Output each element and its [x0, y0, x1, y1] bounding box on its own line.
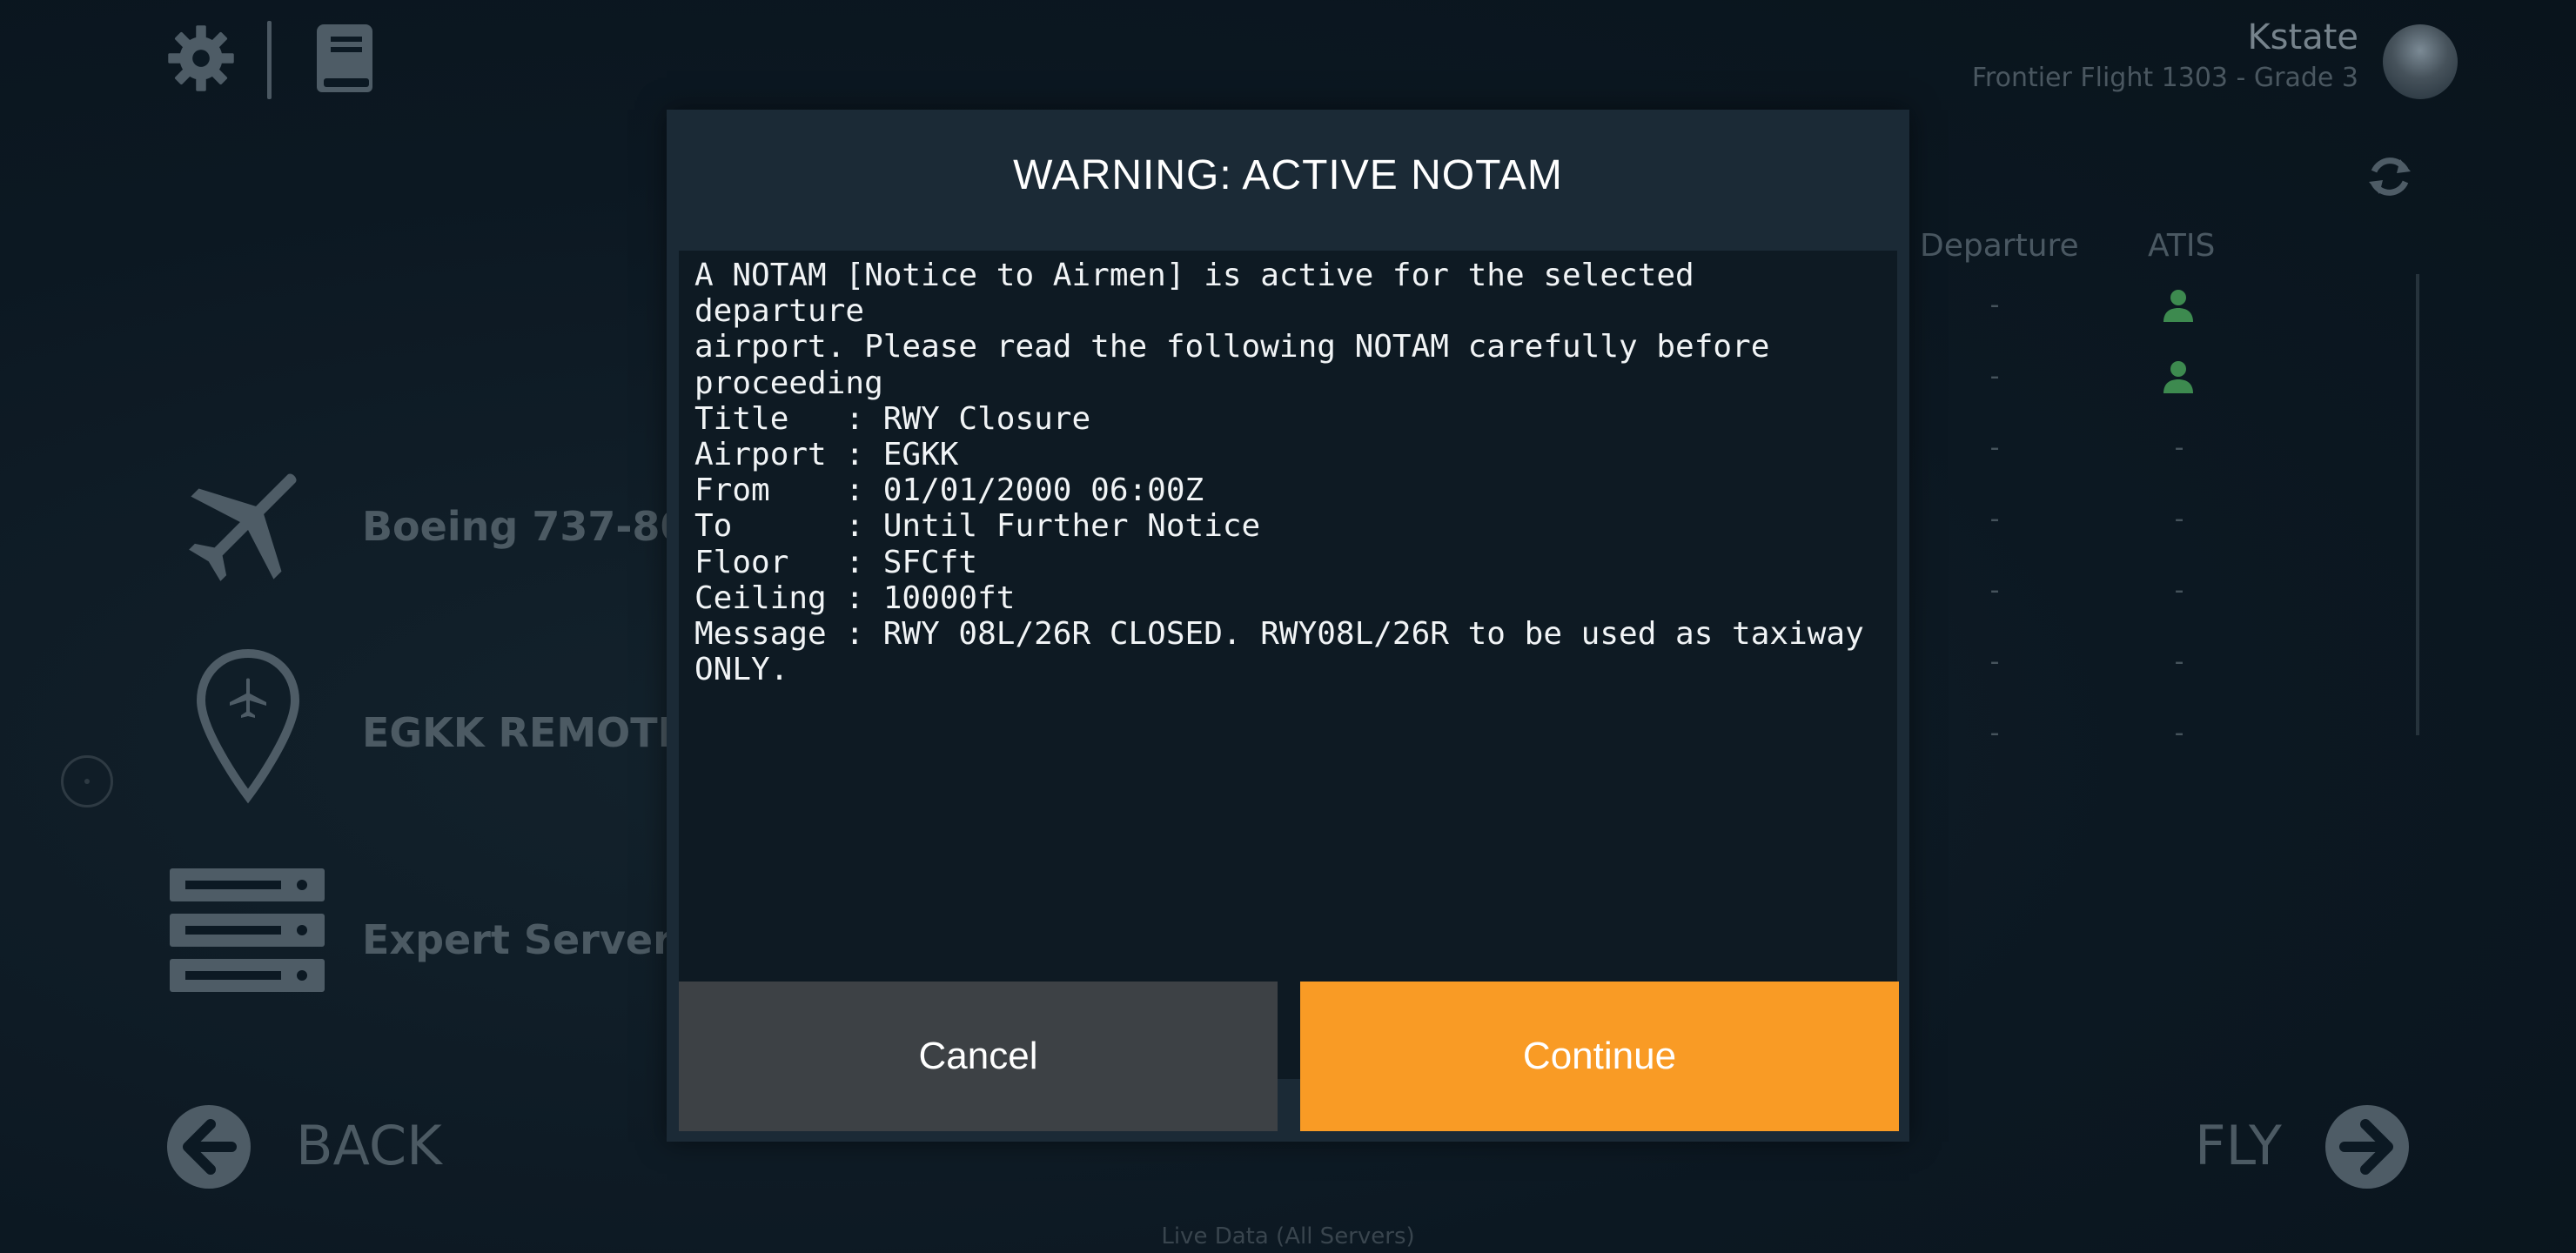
cancel-button[interactable]: Cancel	[679, 982, 1278, 1131]
live-data-status: Live Data (All Servers)	[1161, 1223, 1415, 1250]
departure-cell: -	[1989, 647, 2000, 677]
dialog-title: WARNING: ACTIVE NOTAM	[1013, 152, 1563, 198]
atis-cell: -	[2174, 575, 2184, 606]
notam-text-line: Title : RWY Closure	[694, 400, 1091, 437]
notam-text-line: Message : RWY 08L/26R CLOSED. RWY08L/26R…	[694, 616, 1864, 653]
column-header-atis: ATIS	[2148, 228, 2216, 264]
departure-cell: -	[1989, 361, 2000, 392]
notam-text-line: ONLY.	[694, 652, 789, 688]
atis-cell: -	[2174, 504, 2184, 534]
map-marker-icon	[61, 755, 113, 807]
atis-cell: -	[2174, 647, 2184, 677]
aircraft-label[interactable]: Boeing 737-800	[362, 503, 715, 550]
back-arrow-icon[interactable]	[165, 1103, 252, 1190]
server-label[interactable]: Expert Server	[362, 916, 673, 963]
airplane-icon	[189, 473, 297, 581]
fly-arrow-icon[interactable]	[2324, 1103, 2411, 1190]
notam-text-line: From : 01/01/2000 06:00Z	[694, 472, 1204, 509]
continue-button[interactable]: Continue	[1300, 982, 1899, 1131]
atis-cell: -	[2174, 718, 2184, 748]
server-icon	[170, 868, 325, 992]
person-icon	[2163, 290, 2193, 322]
toolbar-divider	[267, 21, 272, 99]
departure-cell: -	[1989, 504, 2000, 534]
avatar[interactable]	[2383, 24, 2458, 99]
notam-text-line: airport. Please read the following NOTAM…	[694, 329, 1770, 365]
refresh-icon[interactable]	[2365, 152, 2414, 201]
table-scrollbar[interactable]	[2416, 274, 2419, 735]
person-icon	[2163, 361, 2193, 393]
departure-cell: -	[1989, 432, 2000, 463]
notam-text-line: Ceiling : 10000ft	[694, 580, 1016, 616]
notam-text-line: Airport : EGKK	[694, 437, 959, 473]
notam-message-box[interactable]: A NOTAM [Notice to Airmen] is active for…	[679, 251, 1897, 1079]
book-icon[interactable]	[313, 23, 376, 94]
atis-cell: -	[2174, 432, 2184, 463]
back-button[interactable]: BACK	[296, 1114, 442, 1177]
user-name: Kstate	[2247, 17, 2358, 57]
departure-cell: -	[1989, 575, 2000, 606]
airport-pin-icon	[196, 648, 300, 804]
notam-text-line: Floor : SFCft	[694, 544, 978, 580]
column-header-departure: Departure	[1920, 228, 2079, 264]
user-subtitle: Frontier Flight 1303 - Grade 3	[1971, 63, 2358, 93]
departure-cell: -	[1989, 718, 2000, 748]
notam-text-line: departure	[694, 293, 865, 330]
notam-text-line: To : Until Further Notice	[694, 508, 1261, 545]
departure-cell: -	[1989, 290, 2000, 320]
notam-text-line: A NOTAM [Notice to Airmen] is active for…	[694, 258, 1694, 293]
gear-icon[interactable]	[165, 23, 237, 94]
notam-text-line: proceeding	[694, 365, 883, 401]
fly-button[interactable]: FLY	[2195, 1114, 2282, 1177]
